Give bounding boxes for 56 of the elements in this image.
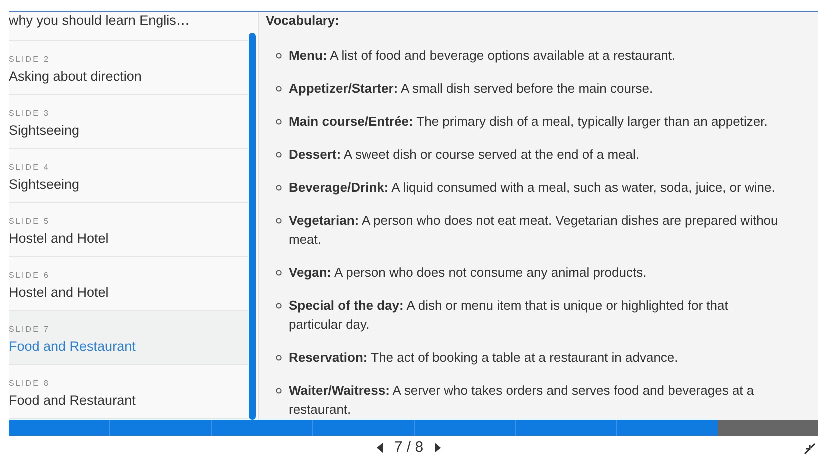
scrollbar-thumb[interactable] [249,33,256,420]
slide-title: Hostel and Hotel [9,230,110,248]
vocabulary-definition: Special of the day: A dish or menu item that is unique or highlighted for that particular day. [289,297,728,334]
collapse-icon[interactable] [804,443,816,455]
progress-segment[interactable] [210,420,312,436]
bullet-icon [276,86,282,92]
vocabulary-definition: Dessert: A sweet dish or course served at the end of a meal. [289,146,640,164]
slide-number: SLIDE 3 [9,109,51,119]
slide-item[interactable]: SLIDE 2 Asking about direction [9,41,248,95]
progress-segment[interactable] [109,420,211,436]
slide-number: SLIDE 8 [9,379,51,389]
previous-icon[interactable] [377,442,384,452]
next-icon[interactable] [434,442,441,452]
bullet-icon [276,152,282,158]
slide-number: SLIDE 4 [9,163,51,173]
bullet-icon [276,185,282,191]
vocabulary-definition: Appetizer/Starter: A small dish served before the main course. [289,80,654,98]
bullet-icon [276,355,282,361]
vocabulary-definition: Beverage/Drink: A liquid consumed with a meal, such as water, soda, juice, or wine. [289,179,776,197]
vocabulary-definition: Menu: A list of food and beverage options available at a restaurant. [289,47,676,65]
bullet-icon [276,388,282,394]
slide-number: SLIDE 2 [9,55,51,65]
bullet-icon [276,53,282,59]
slide-item[interactable]: SLIDE 8 Food and Restaurant [9,365,248,419]
slide-number: SLIDE 5 [9,217,51,227]
progress-segment[interactable] [312,420,414,436]
slide-title: Food and Restaurant [9,392,137,410]
content-heading: Vocabulary: [266,12,340,30]
slide-counter: 7 / 8 [394,439,424,456]
slide-item[interactable]: SLIDE 7 Food and Restaurant [9,311,248,365]
slide-title: Sightseeing [9,122,81,140]
bullet-icon [276,270,282,276]
bullet-icon [276,303,282,309]
vocabulary-definition: Vegan: A person who does not consume any animal products. [289,264,647,282]
bullet-icon [276,218,282,224]
slide-title: Hostel and Hotel [9,284,110,302]
vocabulary-definition: Main course/Entrée: The primary dish of a meal, typically larger than an appetizer. [289,113,768,131]
vocabulary-definition: Waiter/Waitress: A server who takes orders and serves food and beverages at a restaurant. [289,382,754,419]
slide-title: Sightseeing [9,176,81,194]
slide-title: why you should learn Englis… [9,12,191,30]
progress-segment[interactable] [9,420,110,436]
slide-title: Food and Restaurant [9,338,137,356]
progress-segment[interactable] [718,420,818,436]
slide-item[interactable]: SLIDE 4 Sightseeing [9,149,248,203]
progress-segment[interactable] [616,420,718,436]
bullet-icon [276,119,282,125]
slide-number: SLIDE 6 [9,271,51,281]
slide-item[interactable]: SLIDE 5 Hostel and Hotel [9,203,248,257]
slide-title: Asking about direction [9,68,143,86]
slide-item[interactable]: why you should learn Englis… [9,12,248,41]
vocabulary-definition: Reservation: The act of booking a table at a restaurant in advance. [289,349,678,367]
progress-segment[interactable] [414,420,515,436]
slide-number: SLIDE 7 [9,325,51,335]
slide-item[interactable]: SLIDE 3 Sightseeing [9,95,248,149]
vocabulary-definition: Vegetarian: A person who does not eat meat. Vegetarian dishes are prepared withou meat. [289,212,778,249]
progress-segment[interactable] [514,420,616,436]
